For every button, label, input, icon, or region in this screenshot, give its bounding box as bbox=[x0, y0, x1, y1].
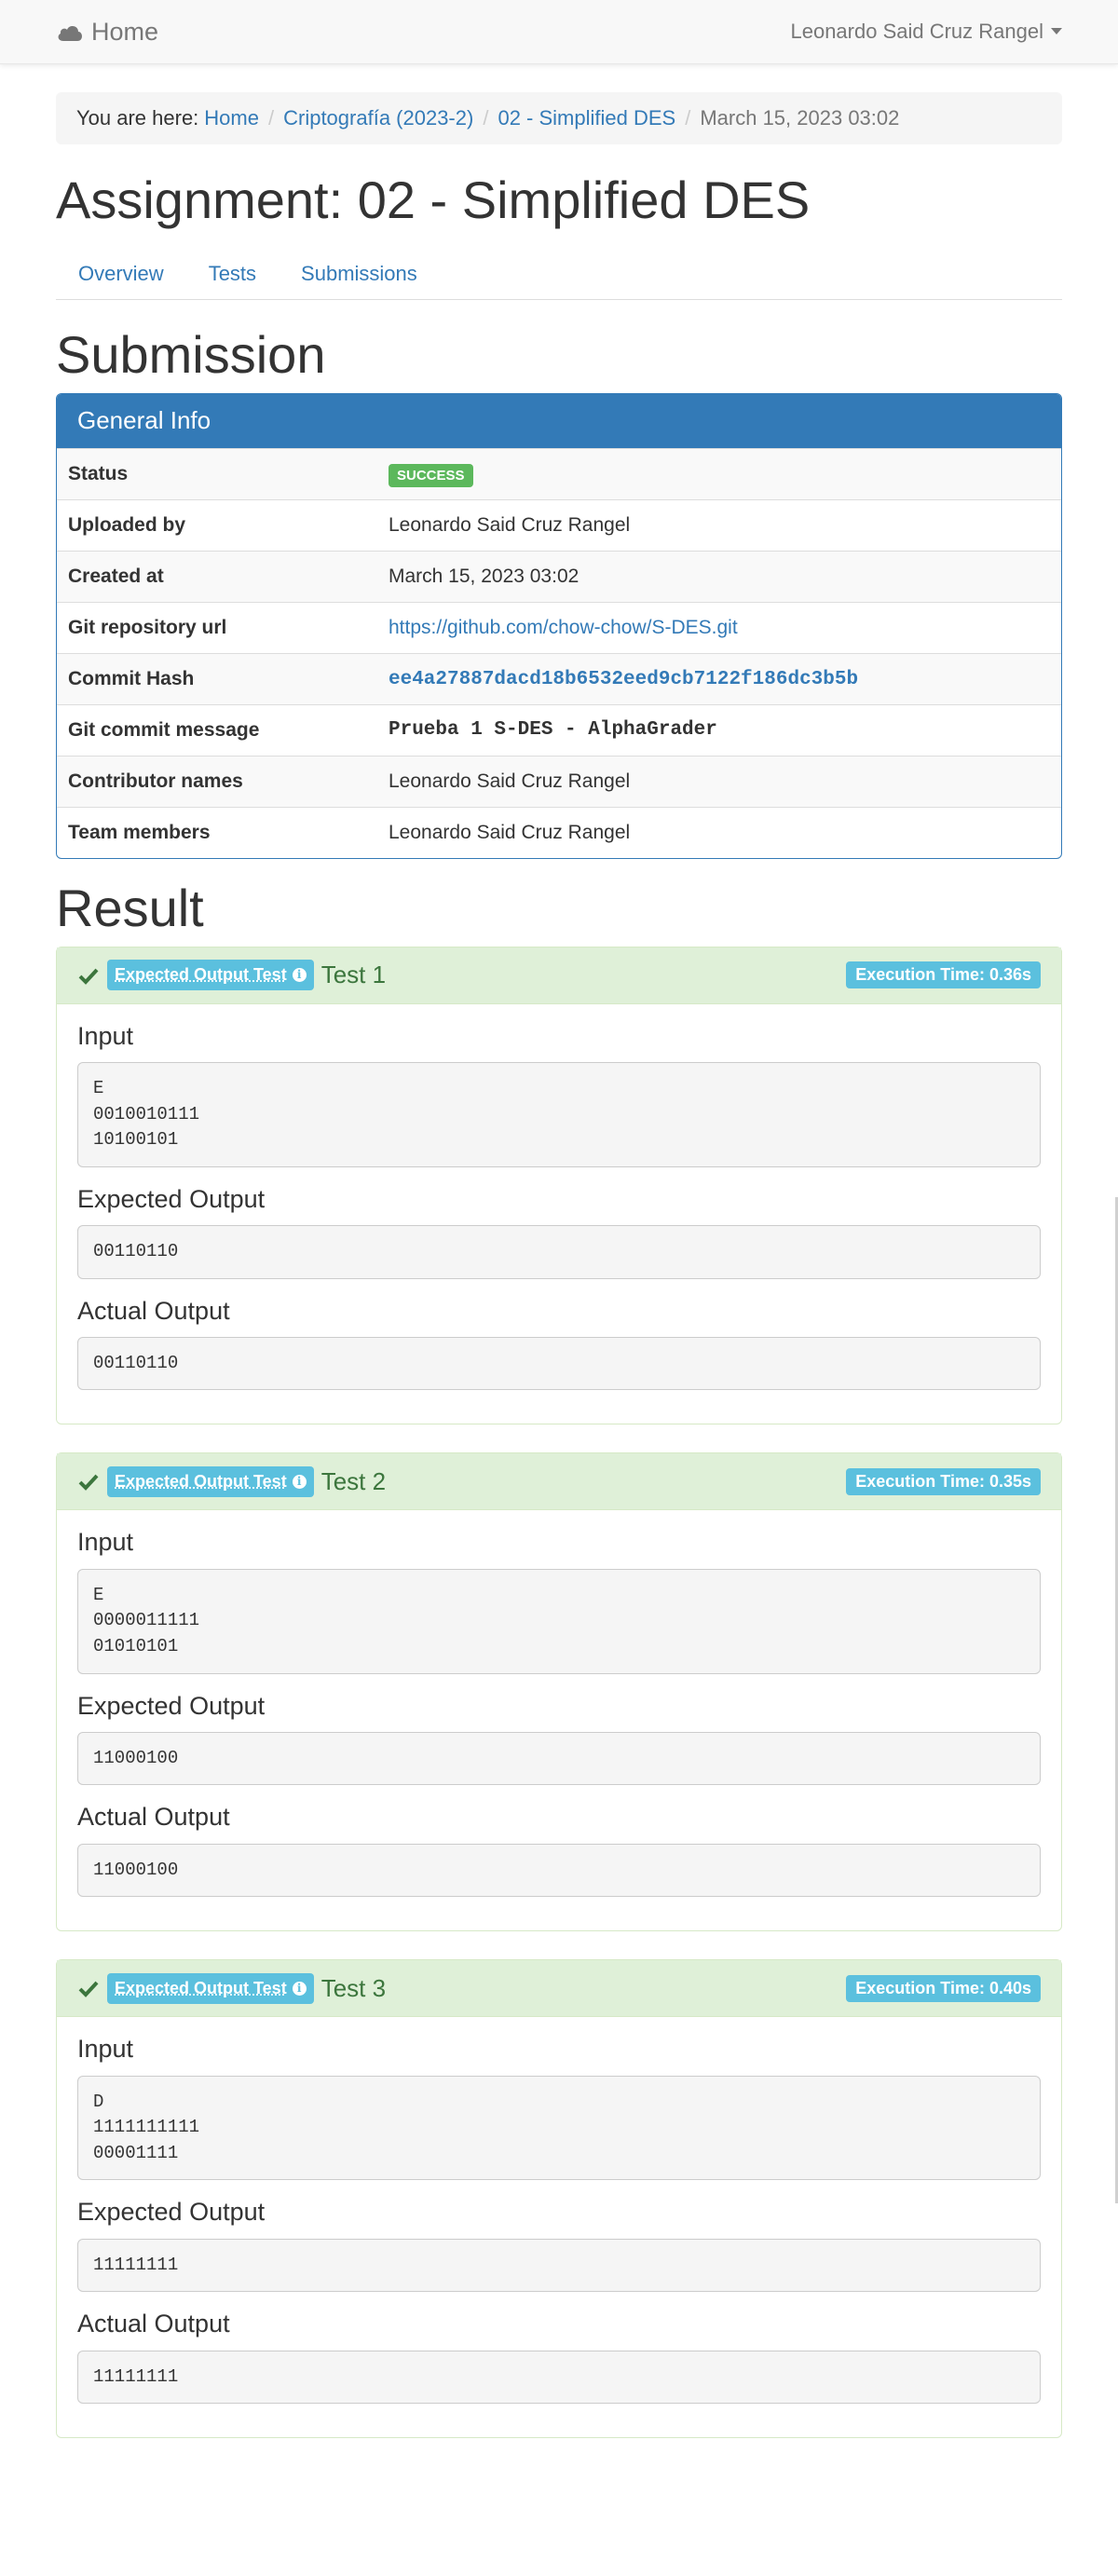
brand-label: Home bbox=[91, 17, 159, 46]
execution-time-badge: Execution Time: 0.36s bbox=[846, 961, 1041, 989]
test-name: Test 2 bbox=[320, 1466, 387, 1495]
page-title: Assignment: 02 - Simplified DES bbox=[56, 170, 811, 229]
test-heading: Expected Output Test i Test 3 Execution T… bbox=[57, 1960, 1061, 2018]
info-icon: i bbox=[292, 1982, 307, 1996]
test-type-badge[interactable]: Expected Output Test i bbox=[107, 959, 314, 991]
test-body: Input E 0000011111 01010101 Expected Out… bbox=[57, 1510, 1061, 1930]
test-body: Input E 0010010111 10100101 Expected Out… bbox=[57, 1004, 1061, 1424]
actual-output-block: 11111111 bbox=[77, 2350, 1041, 2405]
team-members-value: Leonardo Said Cruz Rangel bbox=[377, 806, 1061, 858]
repo-url-link[interactable]: https://github.com/chow-chow/S-DES.git bbox=[389, 617, 738, 638]
breadcrumb-separator: / bbox=[685, 106, 691, 130]
test-type-badge[interactable]: Expected Output Test i bbox=[107, 1972, 314, 2005]
test-type-label: Expected Output Test bbox=[115, 1471, 287, 1491]
tab-submissions[interactable]: Submissions bbox=[279, 259, 440, 288]
breadcrumb-separator: / bbox=[483, 106, 489, 130]
table-row: Commit Hash ee4a27887dacd18b6532eed9cb71… bbox=[57, 652, 1061, 705]
info-icon: i bbox=[292, 968, 307, 983]
home-link[interactable]: Home bbox=[56, 14, 158, 50]
table-row: Contributor names Leonardo Said Cruz Ran… bbox=[57, 755, 1061, 808]
team-members-label: Team members bbox=[57, 806, 377, 858]
test-body: Input D 1111111111 00001111 Expected Out… bbox=[57, 2017, 1061, 2437]
actual-output-heading: Actual Output bbox=[77, 2310, 230, 2338]
cloud-icon bbox=[58, 26, 82, 41]
uploaded-by-value: Leonardo Said Cruz Rangel bbox=[377, 498, 1061, 552]
expected-output-heading: Expected Output bbox=[77, 1184, 266, 1213]
test-result-panel: Expected Output Test i Test 3 Execution T… bbox=[56, 1959, 1062, 2439]
test-type-label: Expected Output Test bbox=[115, 964, 287, 984]
expected-output-block: 11000100 bbox=[77, 1731, 1041, 1786]
general-info-panel: General Info Status SUCCESS Uploaded by … bbox=[56, 392, 1062, 859]
test-name: Test 1 bbox=[320, 961, 387, 988]
input-heading: Input bbox=[77, 2035, 134, 2064]
table-row: Git repository url https://github.com/ch… bbox=[57, 601, 1061, 654]
repo-url-cell: https://github.com/chow-chow/S-DES.git bbox=[377, 601, 1061, 654]
input-block: D 1111111111 00001111 bbox=[77, 2075, 1041, 2181]
breadcrumb-lead: You are here: bbox=[76, 106, 199, 130]
actual-output-heading: Actual Output bbox=[77, 1296, 230, 1325]
test-heading: Expected Output Test i Test 1 Execution T… bbox=[57, 947, 1061, 1004]
top-navbar: Home Leonardo Said Cruz Rangel bbox=[0, 0, 1118, 64]
actual-output-block: 11000100 bbox=[77, 1843, 1041, 1898]
test-type-label: Expected Output Test bbox=[115, 1978, 287, 1997]
check-icon bbox=[78, 1475, 99, 1492]
input-heading: Input bbox=[77, 1528, 134, 1557]
table-row: Team members Leonardo Said Cruz Rangel bbox=[57, 806, 1061, 858]
execution-time-badge: Execution Time: 0.40s bbox=[846, 1974, 1041, 2003]
check-icon bbox=[78, 1982, 99, 1998]
test-type-badge[interactable]: Expected Output Test i bbox=[107, 1465, 314, 1498]
status-badge: SUCCESS bbox=[389, 463, 473, 487]
test-heading: Expected Output Test i Test 2 Execution T… bbox=[57, 1453, 1061, 1511]
contributors-value: Leonardo Said Cruz Rangel bbox=[377, 755, 1061, 808]
created-at-label: Created at bbox=[57, 550, 377, 603]
table-row: Status SUCCESS bbox=[57, 447, 1061, 500]
breadcrumb-home[interactable]: Home bbox=[204, 103, 259, 132]
commit-message-label: Git commit message bbox=[57, 703, 377, 756]
breadcrumb: You are here: Home / Criptografía (2023-… bbox=[56, 92, 1062, 144]
actual-output-block: 00110110 bbox=[77, 1336, 1041, 1391]
breadcrumb-assignment[interactable]: 02 - Simplified DES bbox=[498, 103, 675, 132]
caret-down-icon bbox=[1051, 28, 1062, 35]
created-at-value: March 15, 2023 03:02 bbox=[377, 550, 1061, 603]
info-icon: i bbox=[292, 1475, 307, 1489]
user-menu-dropdown[interactable]: Leonardo Said Cruz Rangel bbox=[790, 17, 1062, 46]
expected-output-block: 00110110 bbox=[77, 1225, 1041, 1279]
uploaded-by-label: Uploaded by bbox=[57, 498, 377, 552]
commit-hash-link[interactable]: ee4a27887dacd18b6532eed9cb7122f186dc3b5b bbox=[389, 669, 858, 690]
breadcrumb-course[interactable]: Criptografía (2023-2) bbox=[283, 103, 473, 132]
result-heading: Result bbox=[56, 878, 204, 937]
test-name: Test 3 bbox=[320, 1973, 387, 2002]
expected-output-heading: Expected Output bbox=[77, 1691, 266, 1720]
commit-hash-cell: ee4a27887dacd18b6532eed9cb7122f186dc3b5b bbox=[377, 652, 1061, 705]
execution-time-badge: Execution Time: 0.35s bbox=[846, 1467, 1041, 1496]
user-name: Leonardo Said Cruz Rangel bbox=[790, 20, 1043, 44]
tab-tests[interactable]: Tests bbox=[186, 259, 279, 288]
input-heading: Input bbox=[77, 1021, 134, 1050]
input-block: E 0000011111 01010101 bbox=[77, 1568, 1041, 1674]
check-icon bbox=[78, 968, 99, 985]
tab-overview[interactable]: Overview bbox=[56, 259, 186, 288]
breadcrumb-separator: / bbox=[267, 106, 275, 130]
actual-output-heading: Actual Output bbox=[77, 1803, 230, 1832]
input-block: E 0010010111 10100101 bbox=[77, 1061, 1041, 1167]
contributors-label: Contributor names bbox=[57, 755, 377, 808]
commit-hash-label: Commit Hash bbox=[57, 652, 377, 705]
commit-message-value: Prueba 1 S-DES - AlphaGrader bbox=[377, 703, 1061, 756]
table-row: Git commit message Prueba 1 S-DES - Alph… bbox=[57, 703, 1061, 756]
test-result-panel: Expected Output Test i Test 2 Execution T… bbox=[56, 1452, 1062, 1932]
table-row: Created at March 15, 2023 03:02 bbox=[57, 550, 1061, 603]
submission-heading: Submission bbox=[56, 325, 326, 385]
status-cell: SUCCESS bbox=[377, 447, 1061, 500]
expected-output-heading: Expected Output bbox=[77, 2198, 266, 2227]
status-label: Status bbox=[57, 447, 377, 500]
repo-url-label: Git repository url bbox=[57, 601, 377, 654]
expected-output-block: 11111111 bbox=[77, 2238, 1041, 2293]
general-info-table: Status SUCCESS Uploaded by Leonardo Said… bbox=[57, 447, 1061, 858]
assignment-tabs: Overview Tests Submissions bbox=[56, 247, 1062, 301]
general-info-heading: General Info bbox=[57, 393, 1061, 448]
table-row: Uploaded by Leonardo Said Cruz Rangel bbox=[57, 498, 1061, 552]
breadcrumb-current: March 15, 2023 03:02 bbox=[700, 106, 900, 130]
test-result-panel: Expected Output Test i Test 1 Execution T… bbox=[56, 946, 1062, 1425]
